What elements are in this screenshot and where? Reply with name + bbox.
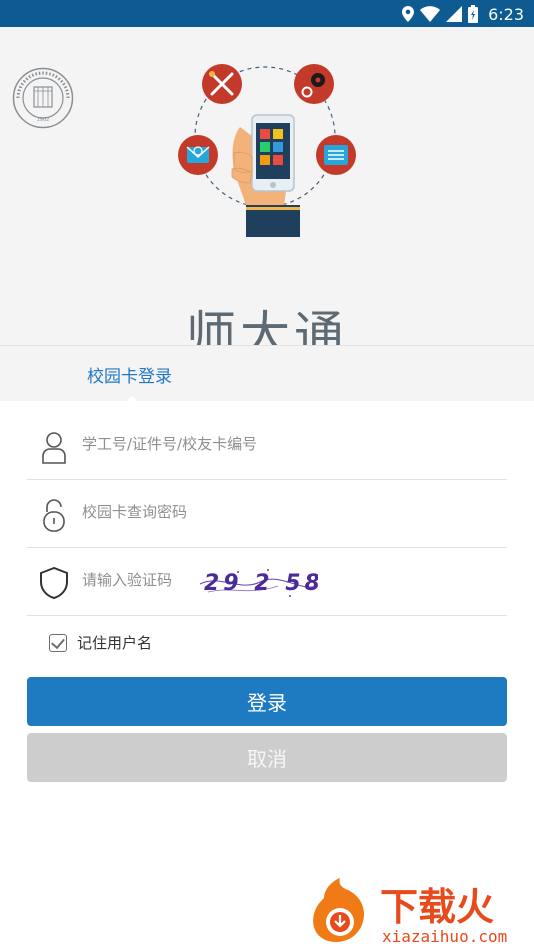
gear-icon: [294, 64, 334, 104]
svg-text:下载火: 下载火: [380, 885, 494, 929]
hero-illustration: [178, 64, 356, 237]
wifi-icon: [420, 6, 441, 22]
login-tab-bar: 校园卡登录: [0, 345, 534, 402]
remember-label: 记住用户名: [77, 634, 153, 652]
email-icon: [178, 135, 218, 175]
university-logo: 1902: [12, 67, 74, 129]
user-icon: [42, 432, 66, 464]
status-bar: 6:23: [0, 0, 534, 27]
status-icons: 6:23: [402, 3, 524, 25]
phone-illustration: [231, 114, 300, 237]
svg-text:29 2 58: 29 2 58: [204, 571, 318, 596]
tools-icon: [202, 64, 242, 104]
svg-text:xiazaihuo.com: xiazaihuo.com: [382, 927, 507, 946]
captcha-image[interactable]: 29 2 58: [198, 562, 318, 602]
svg-text:1902: 1902: [37, 117, 50, 123]
tab-indicator: [126, 396, 138, 402]
clock: 6:23: [488, 4, 524, 24]
tab-campus-card-login[interactable]: 校园卡登录: [87, 362, 172, 387]
username-input[interactable]: [82, 430, 382, 458]
password-input[interactable]: [82, 498, 382, 526]
cancel-button[interactable]: 取消: [27, 733, 507, 782]
shield-icon: [40, 566, 68, 600]
lock-icon: [43, 499, 65, 532]
watermark-logo: 下载火 xiazaihuo.com: [313, 878, 507, 946]
header-area: 1902 师大通: [0, 27, 534, 364]
login-button[interactable]: 登录: [27, 677, 507, 726]
remember-username[interactable]: 记住用户名: [49, 632, 152, 653]
signal-icon: [446, 6, 463, 22]
battery-icon: [468, 5, 479, 23]
username-row: [27, 412, 507, 480]
captcha-input[interactable]: [82, 566, 192, 594]
password-row: [27, 480, 507, 548]
location-icon: [402, 6, 415, 22]
remember-checkbox[interactable]: [49, 633, 67, 652]
list-icon: [316, 135, 356, 175]
